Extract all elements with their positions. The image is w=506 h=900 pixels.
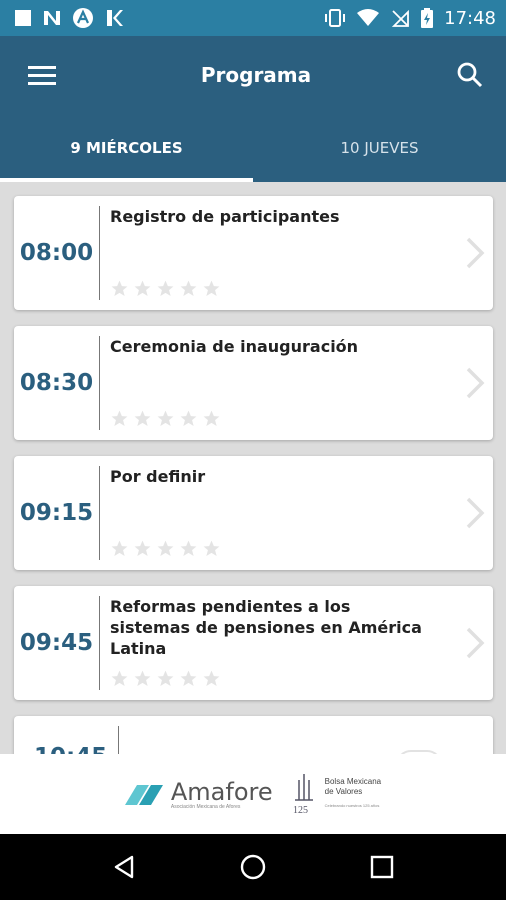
session-card[interactable]: 09:15 Por definir xyxy=(14,456,493,570)
divider xyxy=(118,726,119,754)
star-icon[interactable] xyxy=(179,409,198,428)
bmv-number: 125 xyxy=(293,805,308,816)
home-icon xyxy=(240,854,266,880)
star-icon[interactable] xyxy=(110,409,129,428)
session-title: Reformas pendientes a los sistemas de pe… xyxy=(110,597,422,658)
rating-stars xyxy=(110,539,221,558)
session-time: 10:45 xyxy=(34,744,107,754)
status-notifications xyxy=(14,7,124,29)
session-title: Ceremonia de inauguración xyxy=(110,337,359,356)
a-icon xyxy=(73,8,93,28)
star-icon[interactable] xyxy=(179,539,198,558)
n-icon xyxy=(44,11,60,25)
search-button[interactable] xyxy=(454,59,486,91)
session-time: 09:45 xyxy=(19,630,94,656)
k-icon xyxy=(107,10,123,26)
app-bar: Programa xyxy=(0,36,506,114)
session-list[interactable]: 08:00 Registro de participantes 08:30 Ce… xyxy=(0,182,506,754)
session-time: 08:30 xyxy=(19,370,94,396)
menu-icon xyxy=(28,66,56,85)
wifi-icon xyxy=(357,9,380,26)
session-card[interactable]: 08:00 Registro de participantes xyxy=(14,196,493,310)
tab-jueves[interactable]: 10 JUEVES xyxy=(253,114,506,182)
search-icon xyxy=(457,62,483,88)
session-card[interactable]: 09:45 Reformas pendientes a los sistemas… xyxy=(14,586,493,700)
chevron-right-icon xyxy=(466,237,485,269)
status-time: 17:48 xyxy=(444,7,496,29)
star-icon[interactable] xyxy=(202,279,221,298)
session-card[interactable]: 08:30 Ceremonia de inauguración xyxy=(14,326,493,440)
battery-charging-icon xyxy=(421,8,434,28)
divider xyxy=(99,206,100,300)
tab-label: 10 JUEVES xyxy=(340,139,419,157)
bmv-name-line1: Bolsa Mexicana xyxy=(324,777,382,786)
session-time: 08:00 xyxy=(19,240,94,266)
divider xyxy=(99,336,100,430)
star-icon[interactable] xyxy=(202,409,221,428)
bmv-logo: 125 Bolsa Mexicana de Valores Celebrando… xyxy=(291,772,381,816)
amafore-logo-icon xyxy=(124,785,163,805)
star-icon[interactable] xyxy=(133,539,152,558)
divider xyxy=(99,466,100,560)
session-title: Por definir xyxy=(110,467,206,486)
star-icon[interactable] xyxy=(133,409,152,428)
bmv-logo-icon: 125 xyxy=(293,774,313,816)
amafore-subtitle: Asociación Mexicana de Afores xyxy=(170,804,241,810)
tab-label: 9 MIÉRCOLES xyxy=(70,139,183,157)
chevron-right-icon xyxy=(466,367,485,399)
bmv-name-line2: de Valores xyxy=(324,787,363,796)
star-icon[interactable] xyxy=(156,669,175,688)
star-icon[interactable] xyxy=(110,279,129,298)
chevron-right-icon xyxy=(466,497,485,529)
vibrate-icon xyxy=(325,9,346,27)
back-button[interactable] xyxy=(104,847,144,887)
page-title: Programa xyxy=(200,63,312,87)
navigation-bar xyxy=(0,834,506,900)
rating-stars xyxy=(110,279,221,298)
bmv-subtitle: Celebrando nuestros 125 años xyxy=(324,803,380,808)
session-title: Registro de participantes xyxy=(110,207,340,226)
back-icon xyxy=(115,855,134,879)
sponsor-footer: Amafore Asociación Mexicana de Afores 12… xyxy=(0,754,506,834)
star-icon[interactable] xyxy=(133,669,152,688)
star-icon[interactable] xyxy=(156,279,175,298)
amafore-logo: Amafore Asociación Mexicana de Afores xyxy=(124,778,273,810)
session-card[interactable]: 10:45 xyxy=(14,716,493,754)
star-icon[interactable] xyxy=(133,279,152,298)
tab-miercoles[interactable]: 9 MIÉRCOLES xyxy=(0,114,253,182)
star-icon[interactable] xyxy=(202,669,221,688)
square-icon xyxy=(15,10,31,26)
star-icon[interactable] xyxy=(110,539,129,558)
no-sim-icon xyxy=(391,9,410,27)
divider xyxy=(99,596,100,690)
star-icon[interactable] xyxy=(156,409,175,428)
status-system: 17:48 xyxy=(324,7,496,29)
star-icon[interactable] xyxy=(110,669,129,688)
recents-button[interactable] xyxy=(362,847,402,887)
star-icon[interactable] xyxy=(156,539,175,558)
chevron-right-icon xyxy=(466,627,485,659)
rating-stars xyxy=(110,409,221,428)
day-tabs: 9 MIÉRCOLES 10 JUEVES xyxy=(0,114,506,182)
home-button[interactable] xyxy=(233,847,273,887)
star-icon[interactable] xyxy=(179,279,198,298)
recents-icon xyxy=(370,855,393,879)
star-icon[interactable] xyxy=(179,669,198,688)
amafore-name: Amafore xyxy=(170,778,273,806)
star-icon[interactable] xyxy=(202,539,221,558)
rating-stars xyxy=(110,669,221,688)
session-time: 09:15 xyxy=(19,500,94,526)
menu-button[interactable] xyxy=(26,59,58,91)
status-bar: 17:48 xyxy=(0,0,506,36)
